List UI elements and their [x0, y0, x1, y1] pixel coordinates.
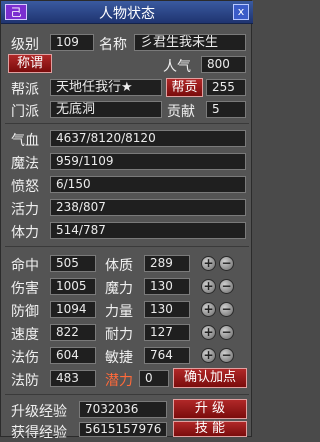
title-button[interactable]: 称谓 [8, 54, 52, 73]
defense-label: 防御 [11, 304, 39, 320]
character-status-window: 己 人物状态 x 级别 109 名称 彡君生我未生 称谓 人气 800 帮派 天… [0, 0, 253, 441]
title-bar[interactable]: 己 人物状态 x [1, 1, 253, 24]
plus-icon[interactable]: + [201, 348, 216, 363]
stamina-label: 体力 [11, 225, 39, 241]
speed-label: 速度 [11, 327, 39, 343]
stamina-value: 514/787 [50, 222, 246, 239]
contribution-button[interactable]: 帮贡 [166, 78, 203, 97]
strength-label: 力量 [105, 304, 133, 320]
mp-label: 魔法 [11, 156, 39, 172]
upgrade-button[interactable]: 升 级 [173, 399, 247, 419]
constitution-value: 289 [144, 255, 190, 272]
popularity-label: 人气 [163, 59, 191, 75]
magic-power-label: 魔力 [105, 281, 133, 297]
damage-value: 1005 [50, 278, 96, 295]
vitality-label: 活力 [11, 202, 39, 218]
level-label: 级别 [11, 37, 39, 53]
minus-icon[interactable]: − [219, 348, 234, 363]
gang-label: 帮派 [11, 82, 39, 98]
sect-value: 无底洞 [50, 101, 162, 118]
mp-value: 959/1109 [50, 153, 246, 170]
minus-icon[interactable]: − [219, 325, 234, 340]
hp-label: 气血 [11, 133, 39, 149]
contribution-value: 255 [206, 79, 246, 96]
rage-value: 6/150 [50, 176, 246, 193]
name-label: 名称 [99, 37, 127, 53]
skills-button[interactable]: 技 能 [173, 421, 247, 437]
strength-value: 130 [144, 301, 190, 318]
hp-value: 4637/8120/8120 [50, 130, 246, 147]
endurance-label: 耐力 [105, 327, 133, 343]
minus-icon[interactable]: − [219, 256, 234, 271]
speed-value: 822 [50, 324, 96, 341]
vitality-value: 238/807 [50, 199, 246, 216]
potential-value: 0 [139, 370, 169, 387]
devotion-value: 5 [206, 101, 246, 118]
close-icon[interactable]: x [233, 4, 249, 20]
spell-damage-value: 604 [50, 347, 96, 364]
plus-icon[interactable]: + [201, 279, 216, 294]
plus-icon[interactable]: + [201, 325, 216, 340]
sect-label: 门派 [11, 104, 39, 120]
plus-icon[interactable]: + [201, 302, 216, 317]
name-value: 彡君生我未生 [134, 34, 246, 51]
upgrade-exp-label: 升级经验 [11, 404, 67, 420]
agility-value: 764 [144, 347, 190, 364]
plus-icon[interactable]: + [201, 256, 216, 271]
magic-defense-value: 483 [50, 370, 96, 387]
gained-exp-value: 5615157976 [79, 422, 167, 437]
constitution-label: 体质 [105, 258, 133, 274]
hit-value: 505 [50, 255, 96, 272]
magic-defense-label: 法防 [11, 373, 39, 389]
damage-label: 伤害 [11, 281, 39, 297]
popularity-value: 800 [201, 56, 246, 73]
level-value: 109 [50, 34, 94, 51]
rage-label: 愤怒 [11, 179, 39, 195]
divider [5, 246, 249, 247]
endurance-value: 127 [144, 324, 190, 341]
upgrade-exp-value: 7032036 [79, 401, 167, 418]
divider [5, 123, 249, 124]
minus-icon[interactable]: − [219, 302, 234, 317]
hit-label: 命中 [11, 258, 39, 274]
spell-damage-label: 法伤 [11, 350, 39, 366]
gang-value: 天地任我行★ [50, 79, 162, 96]
gained-exp-label: 获得经验 [11, 425, 67, 441]
window-title: 人物状态 [99, 6, 155, 22]
divider [5, 394, 249, 395]
potential-label: 潜力 [105, 373, 133, 389]
devotion-label: 贡献 [167, 104, 195, 120]
magic-power-value: 130 [144, 278, 190, 295]
defense-value: 1094 [50, 301, 96, 318]
confirm-points-button[interactable]: 确认加点 [173, 368, 247, 388]
minus-icon[interactable]: − [219, 279, 234, 294]
agility-label: 敏捷 [105, 350, 133, 366]
